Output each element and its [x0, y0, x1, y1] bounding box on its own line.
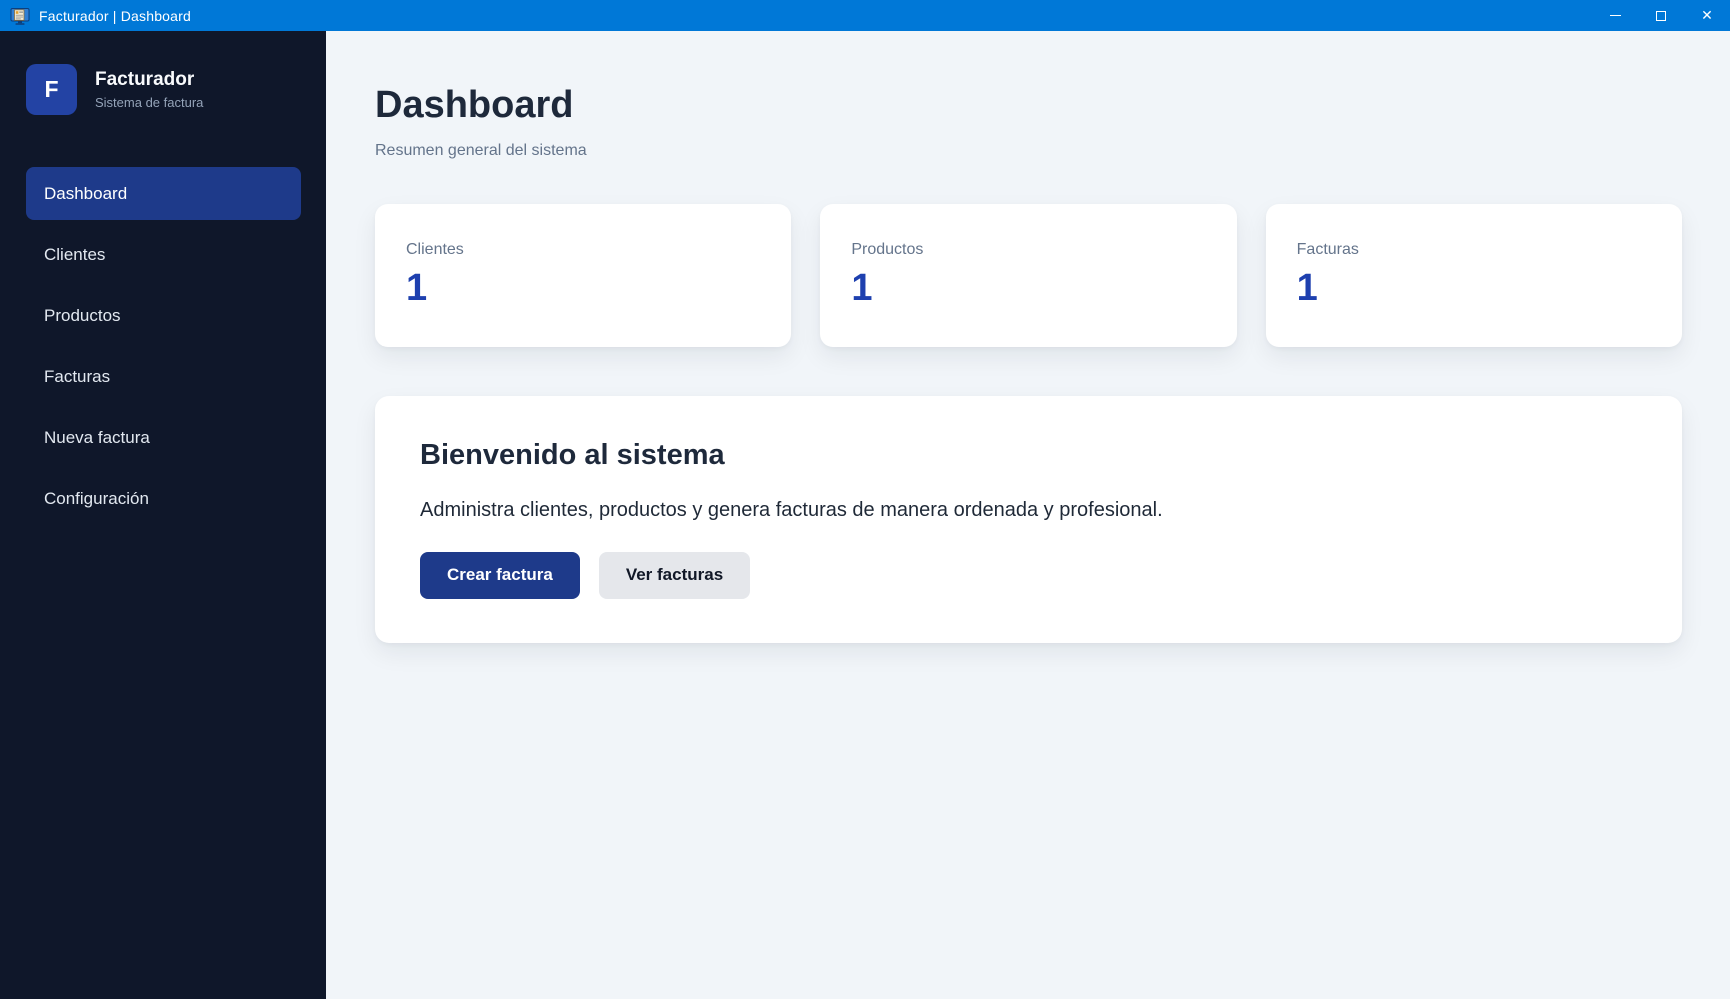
page-title: Dashboard	[375, 85, 1682, 127]
window-controls: ✕	[1592, 0, 1730, 31]
ver-facturas-button[interactable]: Ver facturas	[599, 552, 750, 599]
app-body: F Facturador Sistema de factura Dashboar…	[0, 31, 1730, 999]
sidebar-item-label: Clientes	[44, 245, 105, 265]
welcome-description: Administra clientes, productos y genera …	[420, 499, 1640, 522]
welcome-title: Bienvenido al sistema	[420, 439, 1640, 472]
sidebar-item-label: Facturas	[44, 367, 110, 387]
minimize-icon	[1610, 15, 1621, 16]
brand-logo: F	[26, 64, 77, 115]
stat-label: Facturas	[1297, 241, 1651, 259]
stat-value: 1	[1297, 267, 1651, 310]
sidebar-item-label: Configuración	[44, 489, 149, 509]
sidebar-item-configuracion[interactable]: Configuración	[26, 472, 301, 525]
brand: F Facturador Sistema de factura	[0, 64, 326, 115]
brand-tagline: Sistema de factura	[95, 95, 203, 110]
stats-row: Clientes 1 Productos 1 Facturas 1	[375, 204, 1682, 347]
sidebar-item-label: Productos	[44, 306, 121, 326]
welcome-card: Bienvenido al sistema Administra cliente…	[375, 396, 1682, 643]
brand-text: Facturador Sistema de factura	[95, 69, 203, 110]
close-button[interactable]: ✕	[1684, 0, 1730, 31]
stat-label: Productos	[851, 241, 1205, 259]
sidebar-item-clientes[interactable]: Clientes	[26, 228, 301, 281]
page-subtitle: Resumen general del sistema	[375, 142, 1682, 160]
minimize-button[interactable]	[1592, 0, 1638, 31]
maximize-button[interactable]	[1638, 0, 1684, 31]
sidebar: F Facturador Sistema de factura Dashboar…	[0, 31, 326, 999]
titlebar: Facturador | Dashboard ✕	[0, 0, 1730, 31]
sidebar-item-facturas[interactable]: Facturas	[26, 350, 301, 403]
stat-card-clientes: Clientes 1	[375, 204, 791, 347]
sidebar-item-nueva-factura[interactable]: Nueva factura	[26, 411, 301, 464]
sidebar-item-label: Dashboard	[44, 184, 127, 204]
sidebar-item-label: Nueva factura	[44, 428, 150, 448]
maximize-icon	[1656, 11, 1666, 21]
app-icon	[10, 6, 30, 26]
stat-card-productos: Productos 1	[820, 204, 1236, 347]
window-title: Facturador | Dashboard	[39, 8, 191, 24]
main-content: Dashboard Resumen general del sistema Cl…	[326, 31, 1730, 999]
sidebar-menu: Dashboard Clientes Productos Facturas Nu…	[0, 167, 326, 525]
app-window: Facturador | Dashboard ✕ F Facturador Si…	[0, 0, 1730, 999]
stat-card-facturas: Facturas 1	[1266, 204, 1682, 347]
stat-label: Clientes	[406, 241, 760, 259]
welcome-actions: Crear factura Ver facturas	[420, 552, 1640, 599]
stat-value: 1	[406, 267, 760, 310]
close-icon: ✕	[1701, 9, 1713, 23]
brand-name: Facturador	[95, 69, 203, 91]
stat-value: 1	[851, 267, 1205, 310]
crear-factura-button[interactable]: Crear factura	[420, 552, 580, 599]
sidebar-item-dashboard[interactable]: Dashboard	[26, 167, 301, 220]
sidebar-item-productos[interactable]: Productos	[26, 289, 301, 342]
